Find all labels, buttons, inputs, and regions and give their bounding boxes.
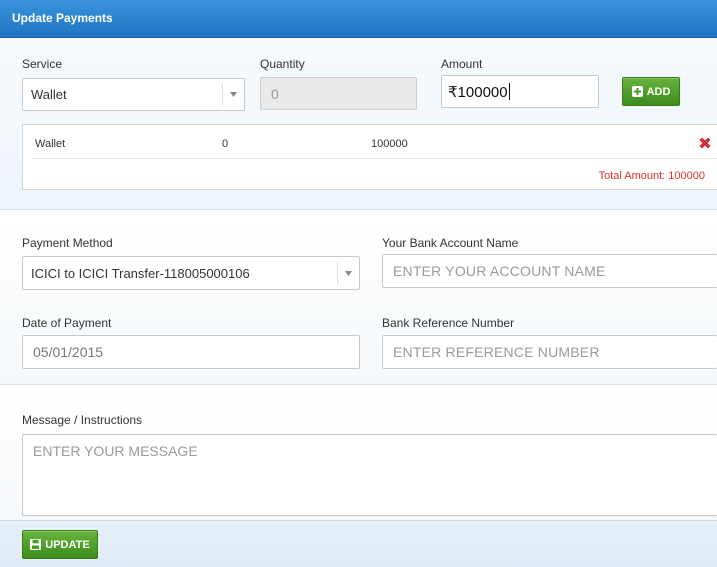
update-button[interactable]: UPDATE	[22, 530, 98, 559]
service-select-value: Wallet	[31, 87, 67, 102]
panel-header: Update Payments	[0, 0, 717, 38]
date-value: 05/01/2015	[33, 344, 104, 360]
row-quantity: 0	[222, 138, 229, 150]
payment-method-value: ICICI to ICICI Transfer-118005000106	[31, 265, 250, 281]
date-label: Date of Payment	[22, 316, 112, 330]
update-button-label: UPDATE	[45, 538, 90, 551]
row-divider	[33, 158, 717, 159]
message-label: Message / Instructions	[22, 413, 143, 427]
reference-placeholder: ENTER REFERENCE NUMBER	[393, 344, 600, 360]
message-textarea[interactable]: ENTER YOUR MESSAGE	[22, 434, 717, 516]
amount-label: Amount	[441, 57, 483, 71]
add-button[interactable]: ADD	[622, 77, 680, 106]
footer-bar	[0, 520, 717, 567]
floppy-disk-icon	[30, 539, 42, 550]
service-label: Service	[22, 57, 63, 71]
payment-method-label: Payment Method	[22, 236, 113, 250]
service-select[interactable]: Wallet	[22, 78, 245, 111]
reference-label: Bank Reference Number	[382, 316, 515, 330]
chevron-down-icon	[337, 262, 359, 284]
payment-method-select[interactable]: ICICI to ICICI Transfer-118005000106	[22, 256, 360, 290]
reference-input[interactable]: ENTER REFERENCE NUMBER	[382, 335, 717, 369]
quantity-label: Quantity	[260, 57, 305, 71]
account-name-input[interactable]: ENTER YOUR ACCOUNT NAME	[382, 254, 717, 288]
x-mark-icon[interactable]	[698, 136, 712, 150]
row-amount: 100000	[371, 138, 408, 150]
panel-title: Update Payments	[12, 11, 113, 25]
total-amount: Total Amount: 100000	[598, 170, 705, 182]
plus-square-icon	[631, 86, 643, 97]
amount-value: ₹100000	[448, 83, 508, 101]
account-name-placeholder: ENTER YOUR ACCOUNT NAME	[393, 263, 606, 279]
chevron-down-icon	[222, 84, 244, 105]
account-name-label: Your Bank Account Name	[382, 236, 519, 250]
row-service: Wallet	[35, 138, 66, 150]
text-caret	[508, 83, 510, 100]
message-placeholder: ENTER YOUR MESSAGE	[33, 443, 198, 459]
amount-input[interactable]: ₹100000	[441, 75, 599, 108]
date-input[interactable]: 05/01/2015	[22, 335, 360, 369]
service-items-table: Wallet 0 100000 Total Amount: 100000	[22, 124, 717, 190]
quantity-input[interactable]: 0	[260, 77, 417, 110]
quantity-value: 0	[271, 85, 279, 102]
add-button-label: ADD	[646, 85, 671, 98]
